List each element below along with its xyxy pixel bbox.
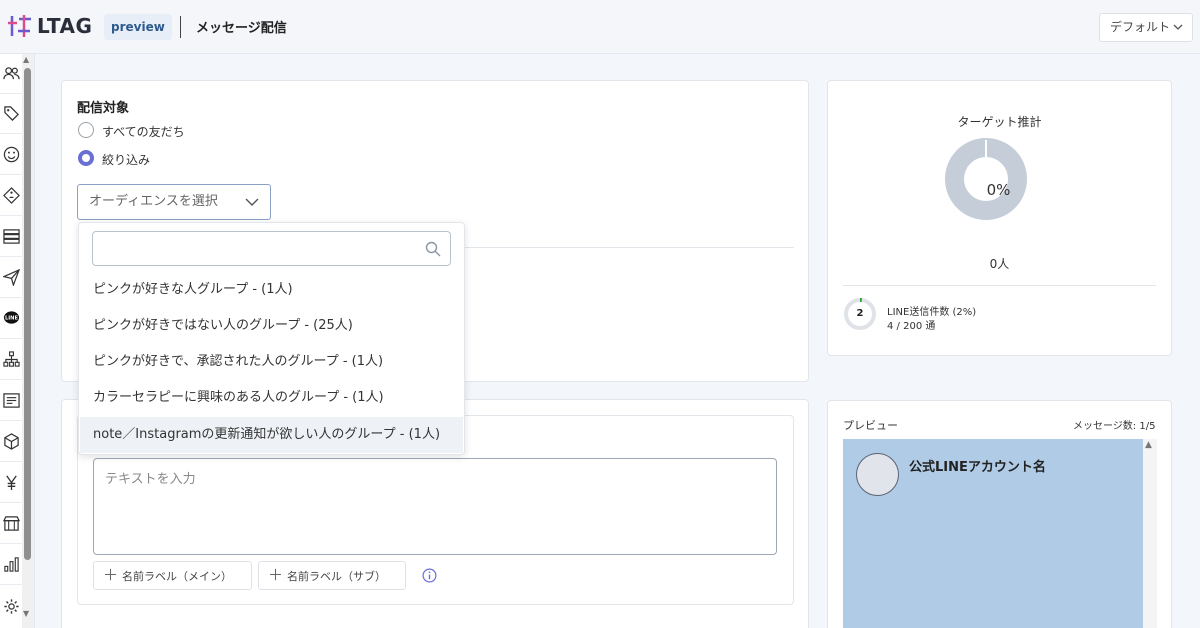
friends-icon bbox=[2, 67, 20, 80]
page-title: メッセージ配信 bbox=[196, 21, 287, 36]
app-header: LTAG preview メッセージ配信 デフォルト bbox=[0, 0, 1200, 54]
chevron-down-icon bbox=[1173, 14, 1183, 51]
sidebar-item-coupons[interactable] bbox=[0, 176, 22, 216]
svg-text:LINE: LINE bbox=[4, 316, 18, 322]
delivery-target-title: 配信対象 bbox=[77, 101, 130, 116]
audience-select-value: オーディエンスを選択 bbox=[89, 194, 218, 209]
document-icon bbox=[2, 393, 20, 408]
search-icon bbox=[425, 241, 441, 257]
coupon-icon bbox=[2, 187, 20, 204]
header-divider bbox=[180, 16, 181, 38]
sidebar-item-products[interactable] bbox=[0, 422, 22, 462]
sidebar-item-rich-menu[interactable] bbox=[0, 217, 22, 257]
scroll-down-arrow-icon[interactable]: ▼ bbox=[23, 609, 29, 618]
sidebar-item-tags[interactable] bbox=[0, 94, 22, 134]
add-name-label-sub-button[interactable]: ＋名前ラベル（サブ） bbox=[258, 561, 406, 590]
radio-all-friends[interactable] bbox=[78, 122, 94, 138]
sidebar-item-delivery[interactable] bbox=[0, 258, 22, 298]
sidebar-item-store[interactable] bbox=[0, 504, 22, 544]
audience-option[interactable]: ピンクが好きではない人のグループ - (25人) bbox=[80, 308, 463, 344]
sidebar-scrollbar-thumb[interactable] bbox=[24, 68, 31, 560]
preview-title: プレビュー bbox=[843, 419, 898, 432]
message-text-placeholder: テキストを入力 bbox=[105, 472, 196, 487]
section-divider bbox=[464, 247, 794, 248]
logo-text: LTAG bbox=[37, 14, 93, 38]
audience-search-input[interactable] bbox=[92, 231, 451, 266]
store-icon bbox=[2, 516, 20, 531]
target-percent: 0% bbox=[986, 181, 1011, 199]
account-name: 公式LINEアカウント名 bbox=[909, 460, 1046, 475]
target-estimate-title: ターゲット推計 bbox=[957, 115, 1042, 129]
sidebar-item-templates[interactable] bbox=[0, 381, 22, 421]
audience-option[interactable]: カラーセラピーに興味のある人のグループ - (1人) bbox=[80, 380, 463, 416]
settings-icon bbox=[3, 598, 19, 614]
sidebar-item-payments[interactable] bbox=[0, 463, 22, 503]
line-sent-number: 2 bbox=[856, 308, 864, 319]
audience-option-highlighted[interactable]: note／Instagramの更新通知が欲しい人のグループ - (1人) bbox=[80, 417, 463, 453]
audience-dropdown: ピンクが好きな人グループ - (1人) ピンクが好きではない人のグループ - (… bbox=[78, 222, 465, 455]
list-icon bbox=[2, 229, 20, 244]
radio-filter-label[interactable]: 絞り込み bbox=[102, 151, 150, 168]
preview-scrollbar[interactable] bbox=[1143, 439, 1157, 628]
workspace-select-value: デフォルト bbox=[1110, 20, 1171, 34]
name-label-main-text: 名前ラベル（メイン） bbox=[122, 570, 233, 583]
radio-all-friends-label[interactable]: すべての友だち bbox=[102, 123, 185, 140]
preview-badge: preview bbox=[104, 14, 172, 40]
tag-icon bbox=[3, 106, 19, 121]
sidebar-item-friends[interactable] bbox=[0, 54, 22, 94]
line-sent-label: LINE送信件数 (2%) bbox=[887, 307, 977, 318]
send-icon bbox=[2, 269, 20, 286]
line-icon: LINE bbox=[3, 311, 19, 324]
plus-icon: ＋ bbox=[268, 566, 284, 584]
sidebar-item-reactions[interactable] bbox=[0, 135, 22, 175]
chart-icon bbox=[3, 557, 19, 572]
yen-icon bbox=[5, 475, 17, 491]
target-divider bbox=[843, 285, 1156, 286]
logo-mark-icon bbox=[8, 15, 31, 37]
sidebar-item-line[interactable]: LINE bbox=[0, 299, 22, 339]
audience-option[interactable]: ピンクが好きで、承認された人のグループ - (1人) bbox=[80, 344, 463, 380]
radio-filter[interactable] bbox=[78, 150, 94, 166]
preview-message-count: メッセージ数: 1/5 bbox=[1073, 421, 1156, 432]
message-text-input[interactable]: テキストを入力 bbox=[93, 458, 777, 555]
add-name-label-main-button[interactable]: ＋名前ラベル（メイン） bbox=[93, 561, 252, 590]
sidebar-item-scenarios[interactable] bbox=[0, 340, 22, 380]
audience-select[interactable]: オーディエンスを選択 bbox=[77, 184, 271, 220]
scroll-up-arrow-icon[interactable]: ▲ bbox=[1145, 440, 1152, 450]
target-count: 0人 bbox=[989, 257, 1010, 271]
chevron-down-icon bbox=[245, 185, 259, 219]
account-avatar bbox=[856, 453, 899, 496]
line-sent-value: 4 / 200 通 bbox=[887, 321, 936, 332]
info-icon[interactable] bbox=[422, 568, 437, 583]
sidebar-item-analytics[interactable] bbox=[0, 545, 22, 585]
box-icon bbox=[3, 433, 19, 450]
target-donut-chart bbox=[945, 138, 1027, 220]
audience-option[interactable]: ピンクが好きな人グループ - (1人) bbox=[80, 272, 463, 308]
scroll-up-arrow-icon[interactable]: ▲ bbox=[23, 55, 29, 64]
smile-icon bbox=[3, 146, 19, 163]
plus-icon: ＋ bbox=[103, 566, 119, 584]
workspace-select[interactable]: デフォルト bbox=[1099, 13, 1193, 42]
name-label-sub-text: 名前ラベル（サブ） bbox=[287, 570, 387, 583]
sidebar-item-settings[interactable] bbox=[0, 586, 22, 626]
logo[interactable]: LTAG bbox=[8, 13, 92, 39]
hierarchy-icon bbox=[2, 351, 20, 367]
